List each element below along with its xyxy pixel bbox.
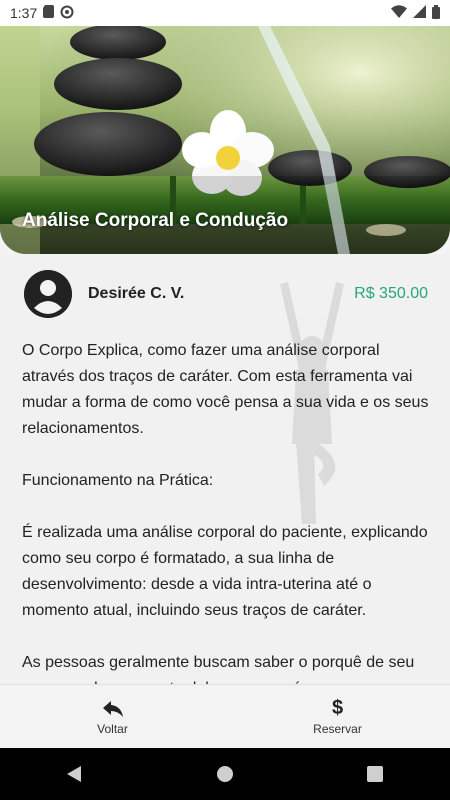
system-nav-bar — [0, 748, 450, 800]
back-button-label: Voltar — [97, 721, 128, 736]
provider-name: Desirée C. V. — [88, 285, 185, 302]
service-details[interactable]: Desirée C. V. R$ 350.00 O Corpo Explica,… — [0, 254, 450, 684]
triangle-back-icon — [67, 766, 81, 782]
user-avatar-icon — [24, 270, 72, 318]
bottom-action-bar: Voltar $ Reservar — [0, 684, 450, 748]
nav-back-button[interactable] — [55, 754, 95, 794]
reserve-button-label: Reservar — [313, 721, 362, 736]
status-time: 1:37 — [10, 5, 38, 21]
service-description: O Corpo Explica, como fazer uma análise … — [22, 338, 430, 684]
service-title: Análise Corporal e Condução — [22, 210, 289, 231]
reply-arrow-icon — [102, 698, 123, 720]
nav-home-button[interactable] — [205, 754, 245, 794]
reserve-button[interactable]: $ Reservar — [225, 685, 450, 748]
battery-icon — [432, 4, 440, 22]
description-paragraph: É realizada uma análise corporal do paci… — [22, 524, 428, 619]
description-paragraph: Funcionamento na Prática: — [22, 472, 214, 489]
wifi-icon — [391, 5, 407, 21]
hero-banner: Análise Corporal e Condução — [0, 26, 450, 254]
description-paragraph: O Corpo Explica, como fazer uma análise … — [22, 342, 429, 437]
back-button[interactable]: Voltar — [0, 685, 225, 748]
avatar[interactable] — [24, 270, 72, 318]
sync-icon — [60, 5, 74, 22]
description-paragraph: As pessoas geralmente buscam saber o por… — [22, 654, 415, 684]
square-recents-icon — [367, 766, 383, 782]
dollar-icon: $ — [331, 697, 344, 719]
service-price: R$ 350.00 — [354, 285, 428, 302]
sd-card-icon — [43, 5, 55, 21]
provider-row: Desirée C. V. R$ 350.00 — [24, 270, 428, 318]
circle-home-icon — [217, 766, 233, 782]
signal-icon — [413, 5, 426, 21]
nav-recents-button[interactable] — [355, 754, 395, 794]
status-bar: 1:37 — [0, 0, 450, 26]
